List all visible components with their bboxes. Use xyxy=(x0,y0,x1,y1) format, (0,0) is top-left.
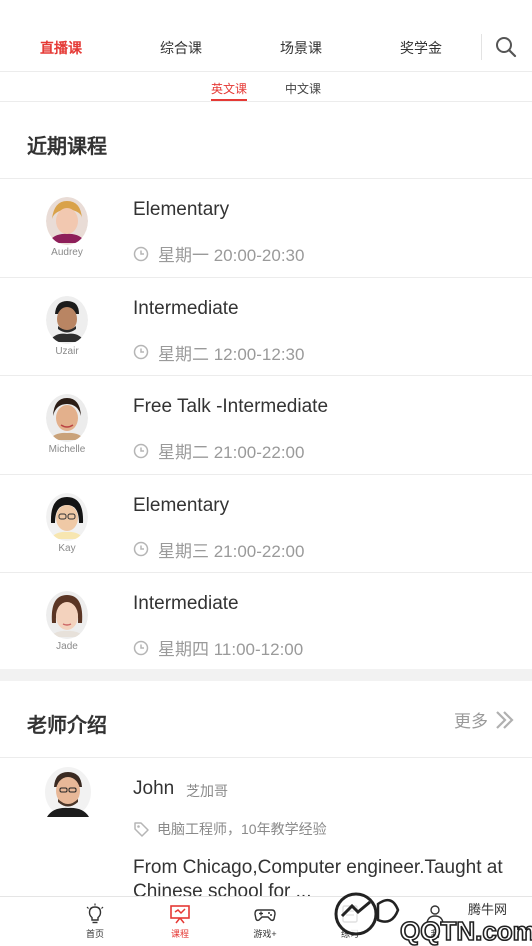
course-row[interactable]: Kay Elementary 星期三 21:00-22:00 xyxy=(0,473,532,573)
top-tab-bar: 直播课 综合课 场景课 奖学金 xyxy=(0,0,532,72)
avatar xyxy=(46,492,88,541)
teacher-tag: 电脑工程师，10年教学经验 xyxy=(133,819,327,839)
clock-icon xyxy=(133,246,149,261)
teacher-avatar-block: Audrey xyxy=(40,197,94,258)
course-title: Elementary xyxy=(133,199,230,220)
teachers-header: 老师介绍 更多 xyxy=(0,681,532,759)
lightbulb-icon xyxy=(86,903,104,924)
active-tab-indicator xyxy=(211,99,247,101)
course-title: Elementary xyxy=(133,494,230,516)
course-time: 星期二 21:00-22:00 xyxy=(133,438,304,463)
course-time-text: 星期三 21:00-22:00 xyxy=(158,541,305,561)
more-button[interactable]: 更多 xyxy=(454,707,516,732)
tab-chinese[interactable]: 中文课 xyxy=(285,80,321,97)
course-row[interactable]: Jade Intermediate 星期四 11:00-12:00 xyxy=(0,572,532,671)
double-chevron-right-icon xyxy=(496,710,514,729)
teacher-card[interactable]: John 芝加哥 电脑工程师，10年教学经验 From Chicago,Comp… xyxy=(0,757,532,897)
section-divider xyxy=(0,669,532,681)
nav-label: 课程 xyxy=(170,929,189,939)
watermark-cn: 腾牛网 xyxy=(468,902,507,917)
course-time-text: 星期一 20:00-20:30 xyxy=(158,246,305,265)
teacher-name: Michelle xyxy=(48,444,86,455)
course-row[interactable]: Michelle Free Talk -Intermediate 星期二 21:… xyxy=(0,375,532,474)
recent-courses-header: 近期课程 xyxy=(0,102,532,180)
teacher-avatar-block: Kay xyxy=(40,492,94,554)
nav-label: 首页 xyxy=(85,929,104,939)
tab-divider xyxy=(481,34,482,60)
avatar xyxy=(46,197,88,245)
course-row[interactable]: Uzair Intermediate 星期二 12:00-12:30 xyxy=(0,276,532,376)
clock-icon xyxy=(133,640,149,655)
section-title: 近期课程 xyxy=(27,136,107,158)
tab-scenario[interactable]: 场景课 xyxy=(280,38,322,58)
sub-tab-bar: 英文课 中文课 xyxy=(0,72,532,102)
tag-icon xyxy=(134,821,149,837)
teacher-name: Audrey xyxy=(51,247,83,258)
teacher-name: Jade xyxy=(56,641,78,652)
presentation-icon xyxy=(170,905,190,924)
avatar xyxy=(46,591,88,639)
teacher-tag-text: 电脑工程师，10年教学经验 xyxy=(157,821,327,837)
tab-live[interactable]: 直播课 xyxy=(40,38,82,58)
course-list: Audrey Elementary 星期一 20:00-20:30 Uzair … xyxy=(0,178,532,671)
course-time: 星期一 20:00-20:30 xyxy=(133,241,304,266)
nav-label: 游戏+ xyxy=(253,929,277,939)
course-title: Intermediate xyxy=(133,593,239,614)
teacher-name: John xyxy=(133,778,175,799)
course-time: 星期三 21:00-22:00 xyxy=(133,537,304,562)
teacher-name: Kay xyxy=(58,542,76,554)
course-time: 星期二 12:00-12:30 xyxy=(133,340,304,365)
tab-scholarship[interactable]: 奖学金 xyxy=(400,38,442,58)
more-label: 更多 xyxy=(454,712,488,731)
clock-icon xyxy=(133,344,149,360)
teacher-chinese-name: 芝加哥 xyxy=(186,783,228,799)
course-time-text: 星期二 21:00-22:00 xyxy=(158,443,305,462)
watermark-logo: 腾牛网 QQTN.com xyxy=(334,892,532,946)
tab-english[interactable]: 英文课 xyxy=(211,80,247,97)
course-title: Free Talk -Intermediate xyxy=(133,396,329,417)
watermark-en: QQTN.com xyxy=(400,916,532,946)
course-time: 星期四 11:00-12:00 xyxy=(133,635,303,660)
nav-games[interactable]: 游戏+ xyxy=(235,903,295,940)
search-icon[interactable] xyxy=(493,34,519,60)
section-title: 老师介绍 xyxy=(27,715,107,737)
clock-icon xyxy=(133,443,149,458)
avatar xyxy=(46,295,88,344)
avatar xyxy=(46,394,88,442)
course-time-text: 星期二 12:00-12:30 xyxy=(158,344,305,364)
gamepad-icon xyxy=(254,909,276,922)
course-title: Intermediate xyxy=(133,297,239,319)
nav-courses[interactable]: 课程 xyxy=(150,903,210,940)
tab-comprehensive[interactable]: 综合课 xyxy=(160,38,202,58)
teacher-avatar-block: Michelle xyxy=(40,394,94,455)
teacher-avatar-block: Uzair xyxy=(40,295,94,357)
clock-icon xyxy=(133,541,149,557)
nav-home[interactable]: 首页 xyxy=(65,903,125,940)
course-row[interactable]: Audrey Elementary 星期一 20:00-20:30 xyxy=(0,178,532,277)
course-time-text: 星期四 11:00-12:00 xyxy=(158,640,304,659)
teacher-name: Uzair xyxy=(55,345,79,357)
avatar xyxy=(45,767,91,817)
teacher-avatar-block: Jade xyxy=(40,591,94,652)
